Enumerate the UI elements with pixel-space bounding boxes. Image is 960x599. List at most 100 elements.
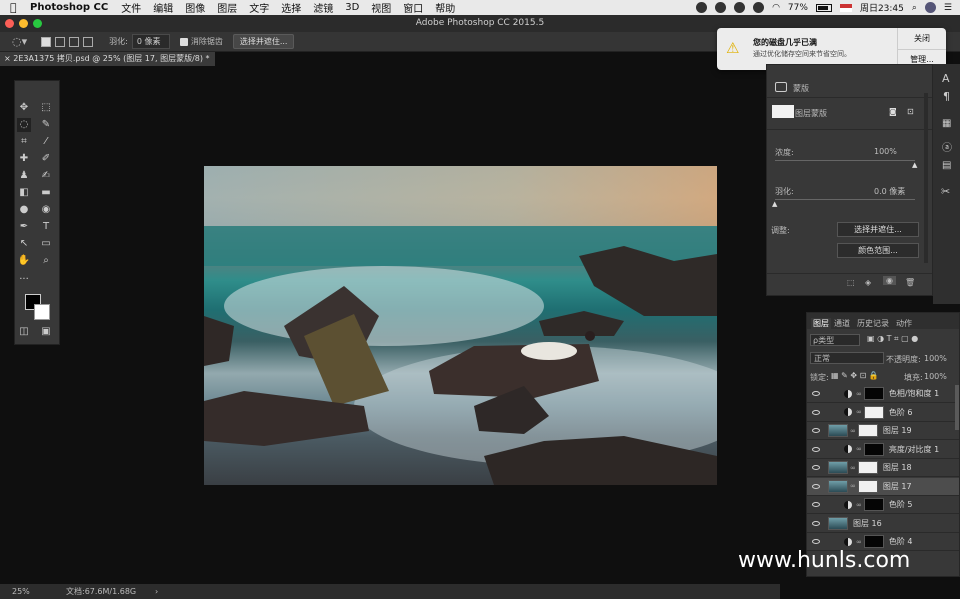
eye-icon[interactable] [812, 539, 820, 544]
eye-icon[interactable] [812, 391, 820, 396]
layer-row[interactable]: ∞ 图层 18 [807, 459, 959, 477]
hand-tool-icon[interactable]: ✋ [17, 254, 31, 268]
layer-row[interactable]: ∞ 色阶 6 [807, 404, 959, 422]
pen-tool-icon[interactable]: ✒ [17, 220, 31, 234]
eraser-tool-icon[interactable]: ◧ [17, 186, 31, 200]
link-icon[interactable]: ∞ [850, 464, 856, 472]
layer-mask-thumbnail[interactable] [863, 405, 884, 419]
density-value[interactable]: 100% [874, 147, 897, 156]
layer-row[interactable]: ∞ 色阶 5 [807, 496, 959, 514]
search-icon[interactable]: ⌕ [912, 3, 917, 13]
link-icon[interactable]: ∞ [856, 501, 862, 509]
status-icon[interactable] [696, 2, 708, 13]
link-icon[interactable]: ∞ [850, 427, 856, 435]
character-panel-icon[interactable]: A [942, 72, 950, 85]
wifi-icon[interactable]: ◠ [772, 3, 780, 13]
move-tool-icon[interactable]: ✥ [17, 101, 31, 115]
link-icon[interactable]: ∞ [856, 445, 862, 453]
vector-mask-icon[interactable]: ⊡ [907, 107, 914, 116]
select-pixel-mask-icon[interactable]: ◙ [889, 107, 897, 116]
layer-mask-thumbnail[interactable] [857, 424, 878, 437]
lasso-icon[interactable]: ◌▾ [12, 35, 27, 48]
layer-row[interactable]: ∞ 亮度/对比度 1 [807, 441, 959, 459]
crop-tool-icon[interactable]: ⌗ [17, 135, 31, 149]
filter-icons[interactable]: ▣ ◑ T ⌗ ▢ ● [867, 334, 918, 344]
layer-thumbnail[interactable] [828, 516, 848, 530]
zoom-tool-icon[interactable]: ⌕ [39, 254, 53, 268]
antialias-checkbox[interactable] [179, 37, 188, 46]
layer-thumbnail[interactable] [828, 479, 848, 493]
layer-mask-thumbnail[interactable] [863, 535, 884, 548]
menu-help[interactable]: 帮助 [435, 0, 455, 15]
lasso-tool-icon[interactable]: ◌ [17, 118, 31, 132]
eye-icon[interactable] [812, 502, 820, 507]
healing-tool-icon[interactable]: ✚ [17, 152, 31, 166]
layer-mask-thumbnail[interactable] [863, 442, 884, 456]
canvas-image[interactable] [204, 166, 717, 485]
link-icon[interactable]: ∞ [856, 538, 862, 546]
eye-icon[interactable] [812, 520, 820, 526]
eye-icon[interactable] [812, 446, 820, 452]
density-slider[interactable] [775, 160, 915, 161]
subtract-selection-icon[interactable] [69, 36, 80, 47]
zoom-level[interactable]: 25% [12, 584, 30, 599]
menu-edit[interactable]: 编辑 [153, 0, 173, 15]
menu-view[interactable]: 视图 [371, 0, 391, 15]
apply-mask-icon[interactable]: ◈ [865, 278, 871, 287]
menu-window[interactable]: 窗口 [403, 0, 423, 15]
paragraph-panel-icon[interactable]: ¶ [943, 90, 950, 103]
menu-filter[interactable]: 滤镜 [313, 0, 333, 15]
eye-icon[interactable] [812, 409, 820, 415]
minimize-window-button[interactable] [19, 19, 28, 28]
layer-filter-select[interactable]: ρ类型 [810, 334, 860, 346]
menu-layer[interactable]: 图层 [217, 0, 237, 15]
properties-panel-icon[interactable]: ▦ [942, 118, 951, 129]
feather-value[interactable]: 0.0 像素 [874, 186, 905, 197]
tab-channels[interactable]: 通道 [834, 318, 850, 329]
new-selection-icon[interactable] [41, 36, 52, 47]
quick-mask-icon[interactable]: ◫ [17, 325, 31, 339]
gradient-tool-icon[interactable]: ▬ [39, 186, 53, 200]
app-name-menu[interactable]: Photoshop CC [30, 2, 108, 13]
layer-mask-thumbnail[interactable] [863, 387, 884, 400]
layer-scrollbar[interactable] [955, 385, 959, 430]
menu-file[interactable]: 文件 [121, 0, 141, 15]
tab-layers[interactable]: 图层 [811, 318, 831, 329]
quick-select-tool-icon[interactable]: ✎ [39, 118, 53, 132]
menu-type[interactable]: 文字 [249, 0, 269, 15]
layer-thumbnail[interactable] [828, 461, 848, 474]
more-tools-icon[interactable]: ··· [17, 273, 31, 287]
battery-icon[interactable] [815, 3, 832, 12]
load-selection-icon[interactable]: ⬚ [847, 278, 855, 287]
menu-image[interactable]: 图像 [185, 0, 205, 15]
select-and-mask-button[interactable]: 选择并遮住... [837, 222, 919, 237]
opacity-value[interactable]: 100% [924, 354, 947, 363]
apple-icon[interactable]:  [10, 1, 22, 14]
eyedropper-tool-icon[interactable]: ⁄ [39, 135, 53, 149]
cloud-icon[interactable] [753, 2, 765, 13]
layer-mask-thumbnail[interactable] [857, 461, 878, 474]
zoom-window-button[interactable] [33, 19, 42, 28]
link-icon[interactable]: ∞ [856, 390, 862, 398]
marquee-tool-icon[interactable]: ⬚ [39, 101, 53, 115]
select-mask-button[interactable]: 选择并遮住... [232, 34, 295, 49]
shape-tool-icon[interactable]: ▭ [39, 237, 53, 251]
layer-thumbnail[interactable] [828, 424, 848, 437]
list-icon[interactable]: ☰ [944, 3, 952, 13]
layer-row[interactable]: ∞ 图层 19 [807, 422, 959, 440]
blur-tool-icon[interactable]: ● [17, 203, 31, 217]
eye-icon[interactable] [812, 465, 820, 470]
feather-slider-knob[interactable]: ▲ [772, 200, 777, 208]
layer-mask-thumbnail[interactable] [772, 105, 794, 118]
siri-icon[interactable] [924, 2, 936, 13]
menu-select[interactable]: 选择 [281, 0, 301, 15]
screen-mode-icon[interactable]: ▣ [39, 325, 53, 339]
stamp-tool-icon[interactable]: ♟ [17, 169, 31, 183]
fill-value[interactable]: 100% [924, 372, 947, 381]
doc-info[interactable]: 文档:67.6M/1.68G [66, 584, 136, 599]
link-icon[interactable]: ∞ [850, 482, 856, 490]
clock[interactable]: 周日23:45 [860, 1, 904, 14]
path-select-tool-icon[interactable]: ↖ [17, 237, 31, 251]
close-tab-icon[interactable]: × [4, 54, 13, 63]
flag-icon[interactable] [839, 3, 852, 12]
